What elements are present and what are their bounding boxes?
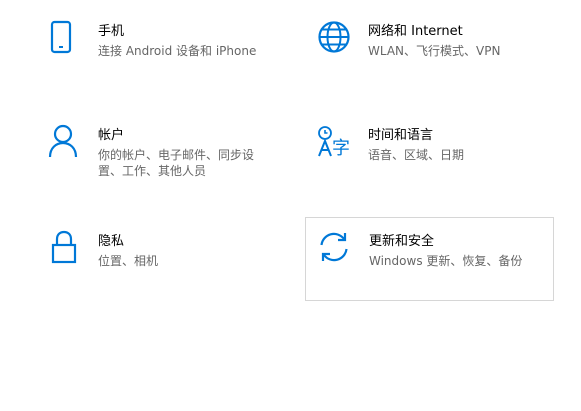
tile-phone[interactable]: 手机 连接 Android 设备和 iPhone: [40, 12, 290, 92]
tile-time-language-desc: 语音、区域、日期: [368, 148, 465, 162]
tile-phone-title: 手机: [98, 24, 125, 39]
tile-phone-desc: 连接 Android 设备和 iPhone: [98, 44, 257, 58]
tile-accounts[interactable]: 帐户 你的帐户、电子邮件、同步设 置、工作、其他人员: [40, 116, 290, 196]
tile-network-desc: WLAN、飞行模式、VPN: [368, 44, 501, 58]
sync-icon: [317, 230, 351, 266]
globe-icon: [317, 20, 351, 56]
tile-update-security-desc: Windows 更新、恢复、备份: [369, 254, 523, 268]
tile-privacy-title: 隐私: [98, 234, 125, 249]
tile-privacy[interactable]: 隐私 位置、相机: [40, 222, 290, 302]
tile-network[interactable]: 网络和 Internet WLAN、飞行模式、VPN: [305, 12, 555, 92]
phone-icon: [50, 20, 84, 56]
tile-accounts-title: 帐户: [98, 128, 125, 143]
time-language-icon: 字: [317, 124, 351, 160]
tile-privacy-desc: 位置、相机: [98, 254, 159, 268]
person-icon: [48, 124, 82, 160]
tile-time-language[interactable]: 字 时间和语言 语音、区域、日期: [305, 116, 555, 196]
tile-network-title: 网络和 Internet: [368, 24, 463, 39]
tile-accounts-desc-line1: 你的帐户、电子邮件、同步设: [98, 148, 255, 162]
tile-time-language-title: 时间和语言: [368, 128, 434, 143]
lock-icon: [51, 230, 85, 266]
tile-update-security-title: 更新和安全: [369, 234, 435, 249]
tile-accounts-desc-line2: 置、工作、其他人员: [98, 164, 207, 178]
settings-home-grid: 手机 连接 Android 设备和 iPhone 网络和 Internet WL…: [0, 0, 581, 411]
tile-update-security[interactable]: 更新和安全 Windows 更新、恢复、备份: [305, 217, 554, 301]
svg-text:字: 字: [332, 138, 350, 158]
